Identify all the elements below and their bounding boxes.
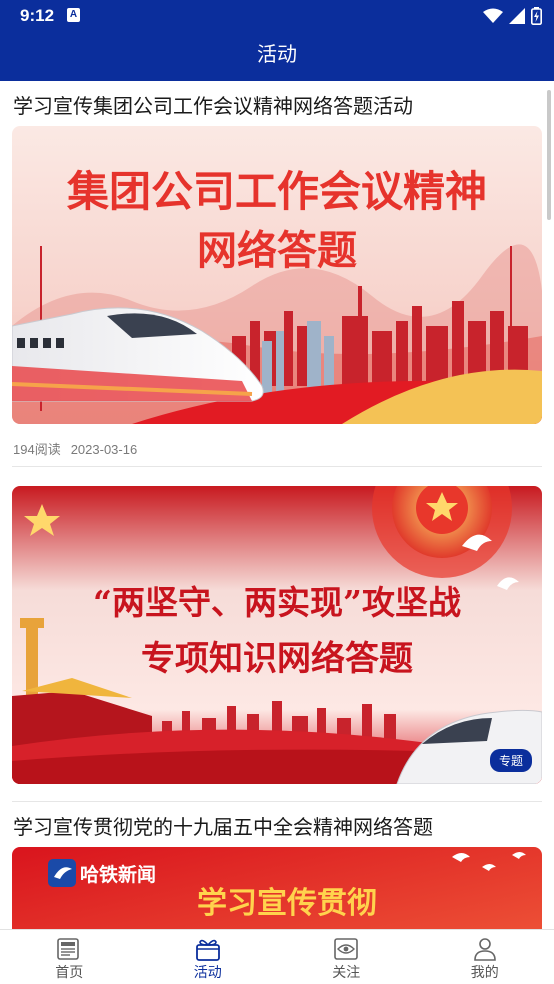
topic-badge: 专题: [489, 749, 532, 772]
nav-label: 关注: [332, 965, 361, 981]
banner-headline-2: 网络答题: [197, 227, 357, 274]
nav-mine[interactable]: 我的: [416, 930, 554, 984]
banner-headline-2: 专项知识网络答题: [141, 639, 413, 679]
activity-title[interactable]: 学习宣传集团公司工作会议精神网络答题活动: [13, 90, 413, 119]
scrollbar[interactable]: [547, 90, 551, 220]
banner-image: 集团公司工作会议精神 网络答题: [12, 126, 542, 424]
activity-meta: 194阅读 2023-03-16: [13, 439, 137, 458]
publish-date: 2023-03-16: [70, 442, 138, 457]
app-screen: 9:12 A 活动 学习宣传集团公司工作会议精神网络答题活动 集团公司工作会议精…: [0, 0, 554, 984]
nav-label: 活动: [193, 965, 222, 981]
nav-activity[interactable]: 活动: [139, 930, 278, 984]
activity-banner[interactable]: 集团公司工作会议精神 网络答题: [12, 126, 542, 424]
system-icons: [483, 6, 542, 26]
banner-headline-1: 学习宣传贯彻: [197, 886, 377, 921]
gift-icon: [195, 939, 220, 961]
nav-label: 我的: [470, 965, 499, 981]
news-brand: 哈铁新闻: [80, 863, 156, 886]
banner-image: “两坚守、两实现”攻坚战 专项知识网络答题: [12, 486, 542, 784]
banner-image: 哈铁新闻 学习宣传贯彻: [12, 847, 542, 929]
signal-icon: [509, 8, 525, 24]
banner-headline-1: 集团公司工作会议精神: [66, 167, 487, 216]
activity-banner[interactable]: 哈铁新闻 学习宣传贯彻: [12, 847, 542, 929]
activity-title[interactable]: 学习宣传贯彻党的十九届五中全会精神网络答题: [13, 811, 433, 840]
news-icon: [57, 938, 80, 960]
nav-label: 首页: [55, 965, 84, 981]
card-divider: [12, 801, 542, 802]
banner-headline-1: “两坚守、两实现”攻坚战: [93, 583, 461, 622]
eye-icon: [334, 938, 359, 960]
nav-follow[interactable]: 关注: [277, 930, 416, 984]
activity-feed[interactable]: 学习宣传集团公司工作会议精神网络答题活动 集团公司工作会议精神 网络答题 194…: [0, 81, 554, 929]
card-divider: [12, 466, 542, 467]
status-time: 9:12: [20, 6, 55, 25]
battery-icon: [531, 7, 542, 25]
status-bar: 9:12 A: [0, 0, 554, 34]
profile-icon: [473, 938, 496, 961]
page-title: 活动: [257, 42, 297, 66]
read-count: 194阅读: [13, 442, 61, 457]
activity-banner[interactable]: “两坚守、两实现”攻坚战 专项知识网络答题 专题: [12, 486, 542, 784]
wifi-icon: [483, 8, 503, 23]
app-header: 活动: [0, 34, 554, 81]
bottom-nav: 首页 活动 关注 我的: [0, 929, 554, 984]
nav-home[interactable]: 首页: [0, 930, 139, 984]
notification-icon: A: [67, 8, 80, 22]
